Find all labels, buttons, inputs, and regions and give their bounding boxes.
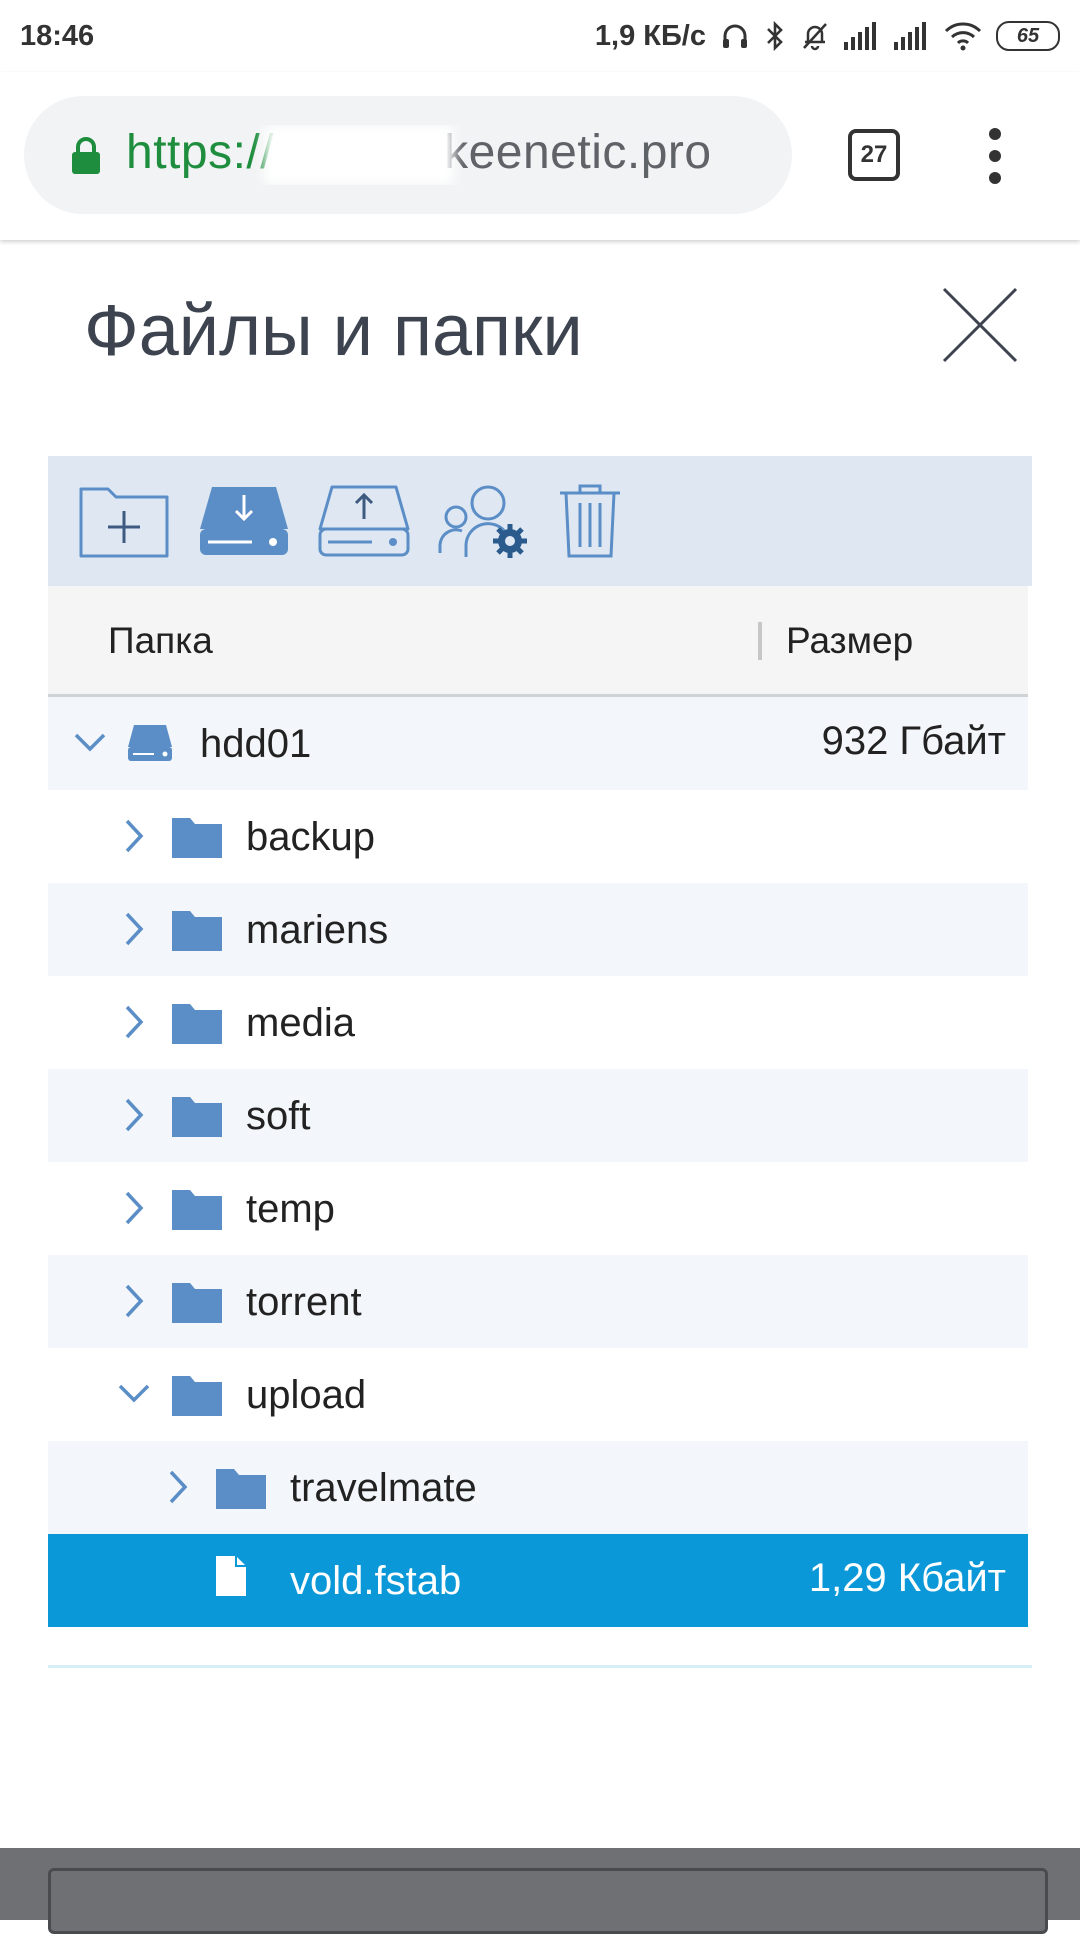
- chevron-right-icon[interactable]: [114, 1002, 154, 1042]
- row-name: backup: [246, 815, 375, 859]
- delete-button[interactable]: [558, 483, 622, 559]
- folder-row[interactable]: torrent: [48, 1255, 1028, 1348]
- headphones-icon: [720, 21, 750, 51]
- upload-button[interactable]: [318, 483, 410, 559]
- permissions-button[interactable]: [438, 483, 530, 559]
- net-speed: 1,9 КБ/с: [594, 19, 706, 52]
- footer-bar: [0, 1848, 1080, 1934]
- chevron-right-icon[interactable]: [114, 1188, 154, 1228]
- chevron-right-icon[interactable]: [114, 1095, 154, 1135]
- close-button[interactable]: [940, 285, 1020, 365]
- new-folder-icon: [79, 487, 169, 558]
- row-name: soft: [246, 1094, 311, 1138]
- folder-row[interactable]: backup: [48, 790, 1028, 883]
- folder-icon: [172, 1281, 222, 1333]
- row-name: mariens: [246, 908, 389, 952]
- tab-switcher-button[interactable]: 27: [848, 129, 900, 181]
- chevron-right-icon[interactable]: [158, 1467, 198, 1507]
- battery-indicator: 65: [996, 21, 1060, 51]
- row-name: travelmate: [290, 1466, 477, 1510]
- file-toolbar: [48, 456, 1032, 586]
- row-name: hdd01: [200, 722, 312, 766]
- folder-icon: [172, 1188, 222, 1240]
- wifi-icon: [944, 21, 982, 51]
- new-folder-button[interactable]: [78, 483, 170, 559]
- status-bar: 18:46 1,9 КБ/с 65: [0, 0, 1080, 72]
- browser-toolbar: https:// keenetic.pro 27: [0, 72, 1080, 240]
- signal-icon: [844, 22, 880, 50]
- folder-row[interactable]: upload: [48, 1348, 1028, 1441]
- chevron-right-icon[interactable]: [114, 1281, 154, 1321]
- url-redacted: [264, 125, 455, 186]
- signal-2-icon: [894, 22, 930, 50]
- row-name: vold.fstab: [290, 1559, 462, 1603]
- row-name: upload: [246, 1373, 367, 1417]
- folder-icon: [216, 1467, 266, 1519]
- folder-row[interactable]: temp: [48, 1162, 1028, 1255]
- url-scheme: https://: [126, 125, 275, 179]
- chevron-right-icon[interactable]: [114, 909, 154, 949]
- status-time: 18:46: [20, 19, 95, 52]
- folder-row[interactable]: soft: [48, 1069, 1028, 1162]
- folder-icon: [172, 909, 222, 961]
- mute-bell-icon: [800, 20, 830, 52]
- chevron-right-icon[interactable]: [114, 816, 154, 856]
- row-name: media: [246, 1001, 355, 1045]
- close-icon: [942, 287, 1018, 363]
- overflow-menu-button[interactable]: [975, 128, 1015, 184]
- folder-row[interactable]: media: [48, 976, 1028, 1069]
- folder-row[interactable]: travelmate: [48, 1441, 1028, 1534]
- status-icons: 1,9 КБ/с 65: [595, 20, 1060, 53]
- column-size[interactable]: Размер: [786, 620, 913, 662]
- lock-icon: [70, 135, 102, 175]
- chevron-down-icon[interactable]: [70, 723, 110, 763]
- download-button[interactable]: [198, 483, 290, 559]
- folder-icon: [172, 1002, 222, 1054]
- url-text: https:// keenetic.pro: [126, 125, 786, 186]
- folder-row[interactable]: mariens: [48, 883, 1028, 976]
- table-bottom-border: [48, 1665, 1032, 1668]
- footer-panel: [48, 1868, 1048, 1934]
- dialog-title: Файлы и папки: [84, 291, 583, 371]
- file-icon: [216, 1556, 246, 1606]
- trash-icon: [560, 484, 620, 558]
- url-host: keenetic.pro: [444, 125, 712, 179]
- folder-icon: [172, 1095, 222, 1147]
- row-size: 932 Гбайт: [821, 719, 1006, 763]
- row-size: 1,29 Кбайт: [808, 1556, 1006, 1600]
- bluetooth-icon: [764, 20, 786, 52]
- drive-row[interactable]: hdd01 932 Гбайт: [48, 697, 1028, 790]
- permissions-icon: [438, 485, 527, 558]
- download-icon: [200, 487, 288, 555]
- column-folder[interactable]: Папка: [108, 620, 213, 662]
- upload-icon: [318, 485, 410, 557]
- folder-icon: [172, 1374, 222, 1426]
- row-name: torrent: [246, 1280, 362, 1324]
- address-bar[interactable]: https:// keenetic.pro: [24, 96, 792, 214]
- row-name: temp: [246, 1187, 335, 1231]
- file-tree: hdd01 932 Гбайт backup mariens media soft temp…: [48, 697, 1028, 1627]
- column-separator: [758, 622, 762, 660]
- folder-icon: [172, 816, 222, 868]
- drive-icon: [126, 723, 174, 773]
- chevron-down-icon[interactable]: [114, 1374, 154, 1414]
- column-header: Папка Размер: [48, 586, 1028, 697]
- file-row[interactable]: vold.fstab 1,29 Кбайт: [48, 1534, 1028, 1627]
